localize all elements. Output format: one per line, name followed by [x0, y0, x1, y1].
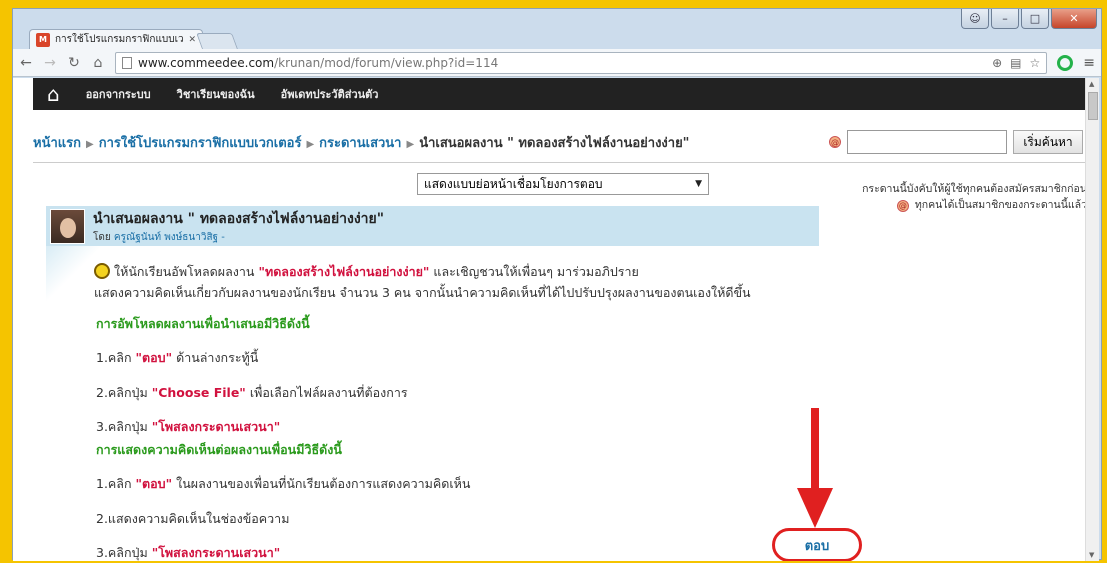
reload-icon[interactable]: ↻: [67, 55, 81, 71]
step-text: 1.คลิก: [96, 476, 132, 491]
breadcrumb-forum[interactable]: กระดานเสวนา: [319, 136, 401, 151]
nav-logout[interactable]: ออกจากระบบ: [86, 85, 151, 103]
subscription-line1: กระดานนี้บังคับให้ผู้ใช้ทุกคนต้องสมัครสม…: [862, 183, 1087, 195]
intro-highlight: "ทดลองสร้างไฟล์งานอย่างง่าย": [258, 264, 430, 279]
reply-link-highlight[interactable]: ตอบ: [772, 528, 862, 561]
breadcrumb-course[interactable]: การใช้โปรแกรมกราฟิกแบบเวกเตอร์: [99, 136, 302, 151]
forum-search: @ เริ่มค้นหา: [829, 130, 1083, 154]
step-text: 3.คลิกปุ่ม: [96, 419, 148, 434]
nav-my-courses[interactable]: วิชาเรียนของฉัน: [177, 85, 255, 103]
close-tab-icon[interactable]: ✕: [188, 35, 196, 45]
subscription-notice: กระดานนี้บังคับให้ผู้ใช้ทุกคนต้องสมัครสม…: [829, 182, 1087, 214]
site-home-icon[interactable]: ⌂: [47, 82, 60, 106]
comment-step-1: 1.คลิก "ตอบ" ในผลงานของเพื่อนที่นักเรียน…: [96, 474, 470, 494]
upload-heading: การอัพโหลดผลงานเพื่อนำเสนอมีวิธีดังนี้: [96, 316, 310, 331]
step-text: 3.คลิกปุ่ม: [96, 545, 148, 560]
search-button[interactable]: เริ่มค้นหา: [1013, 130, 1083, 154]
post-byline: โดย ครูณัฐนันท์ พงษ์ธนาวิสิฐ -: [93, 230, 384, 245]
step-highlight: "ตอบ": [135, 476, 173, 491]
scroll-thumb[interactable]: [1088, 92, 1098, 120]
site-navbar: ⌂ ออกจากระบบ วิชาเรียนของฉัน อัพเดทประวั…: [33, 78, 1088, 110]
browser-window: ☺ – □ ✕ M การใช้โปรแกรมกราฟิกแบบเว ✕ ← →…: [12, 8, 1102, 561]
step-text: 1.คลิก: [96, 350, 132, 365]
browser-tab[interactable]: M การใช้โปรแกรมกราฟิกแบบเว ✕: [29, 29, 203, 49]
step-text: ในผลงานของเพื่อนที่นักเรียนต้องการแสดงคว…: [176, 476, 471, 491]
author-suffix: -: [221, 231, 225, 243]
step-text: 2.คลิกปุ่ม: [96, 385, 148, 400]
comment-step-3: 3.คลิกปุ่ม "โพสลงกระดานเสวนา": [96, 543, 280, 561]
menu-icon[interactable]: ≡: [1083, 55, 1095, 71]
comment-heading: การแสดงความคิดเห็นต่อผลงานเพื่อนมีวิธีดั…: [96, 442, 342, 457]
url-path: /krunan/mod/forum/view.php?id=114: [274, 55, 499, 70]
intro-text-a: ให้นักเรียนอัพโหลดผลงาน: [114, 264, 255, 279]
window-controls: ☺ – □ ✕: [961, 9, 1097, 31]
home-icon[interactable]: ⌂: [91, 55, 105, 71]
url-host: www.commeedee.com: [138, 55, 275, 70]
byline-prefix: โดย: [93, 231, 111, 243]
smiley-icon: [94, 263, 110, 279]
post-subject: นำเสนอผลงาน " ทดลองสร้างไฟล์งานอย่างง่าย…: [93, 210, 385, 227]
comment-step-2: 2.แสดงความคิดเห็นในช่องข้อความ: [96, 511, 290, 526]
vertical-scrollbar[interactable]: ▲ ▼: [1085, 78, 1099, 561]
intro-line-2: แสดงความคิดเห็นเกี่ยวกับผลงานของนักเรียน…: [94, 285, 751, 300]
upload-step-3: 3.คลิกปุ่ม "โพสลงกระดานเสวนา": [96, 417, 280, 437]
maximize-button[interactable]: □: [1021, 9, 1049, 29]
extension-icon[interactable]: [1057, 54, 1074, 71]
intro-text-b: และเชิญชวนให้เพื่อนๆ มาร่วมอภิปราย: [433, 264, 639, 279]
annotation-arrow-icon: [797, 408, 833, 528]
display-mode-select[interactable]: แสดงแบบย่อหน้าเชื่อมโยงการตอบ ▼: [417, 173, 709, 195]
step-highlight: "Choose File": [151, 385, 246, 400]
scroll-down-icon[interactable]: ▼: [1089, 551, 1094, 559]
upload-step-2: 2.คลิกปุ่ม "Choose File" เพื่อเลือกไฟล์ผ…: [96, 383, 408, 403]
nav-edit-profile[interactable]: อัพเดทประวัติส่วนตัว: [281, 85, 379, 103]
translate-icon[interactable]: ▤: [1010, 56, 1021, 70]
address-bar[interactable]: www.commeedee.com/krunan/mod/forum/view.…: [115, 51, 1048, 74]
bookmark-star-icon[interactable]: ☆: [1030, 56, 1041, 70]
dropdown-arrow-icon: ▼: [695, 179, 702, 189]
zoom-icon[interactable]: ⊕: [992, 56, 1002, 70]
post-header: นำเสนอผลงาน " ทดลองสร้างไฟล์งานอย่างง่าย…: [46, 206, 819, 246]
user-icon[interactable]: ☺: [961, 9, 989, 29]
tab-strip: M การใช้โปรแกรมกราฟิกแบบเว ✕: [13, 29, 1101, 49]
page-icon: [122, 56, 132, 69]
breadcrumb-row: หน้าแรก ▶ การใช้โปรแกรมกราฟิกแบบเวกเตอร์ ▶ ก…: [33, 128, 1088, 156]
forward-icon[interactable]: →: [43, 55, 57, 71]
page-viewport: ⌂ ออกจากระบบ วิชาเรียนของฉัน อัพเดทประวั…: [13, 78, 1088, 561]
reply-link[interactable]: ตอบ: [805, 535, 830, 556]
help-icon[interactable]: @: [829, 136, 841, 148]
avatar[interactable]: [50, 208, 85, 244]
step-highlight: "ตอบ": [135, 350, 173, 365]
step-highlight: "โพสลงกระดานเสวนา": [151, 545, 281, 560]
breadcrumb-separator: ▶: [406, 138, 415, 150]
intro-line-1: ให้นักเรียนอัพโหลดผลงาน "ทดลองสร้างไฟล์ง…: [94, 262, 639, 282]
back-icon[interactable]: ←: [19, 55, 33, 71]
breadcrumb-separator: ▶: [86, 138, 94, 150]
post-body: ให้นักเรียนอัพโหลดผลงาน "ทดลองสร้างไฟล์ง…: [46, 246, 819, 561]
step-text: ด้านล่างกระทู้นี้: [176, 350, 259, 365]
minimize-button[interactable]: –: [991, 9, 1019, 29]
breadcrumb-separator: ▶: [306, 138, 315, 150]
author-link[interactable]: ครูณัฐนันท์ พงษ์ธนาวิสิฐ: [114, 232, 218, 243]
breadcrumb-home[interactable]: หน้าแรก: [33, 136, 81, 151]
close-window-button[interactable]: ✕: [1051, 9, 1097, 29]
display-mode-value: แสดงแบบย่อหน้าเชื่อมโยงการตอบ: [424, 176, 603, 191]
browser-toolbar: ← → ↻ ⌂ www.commeedee.com/krunan/mod/for…: [13, 49, 1101, 77]
help-icon[interactable]: @: [896, 199, 909, 212]
new-tab-button[interactable]: [196, 33, 238, 49]
step-text: เพื่อเลือกไฟล์ผลงานที่ต้องการ: [249, 385, 408, 400]
scroll-up-icon[interactable]: ▲: [1089, 80, 1094, 88]
breadcrumb-current: นำเสนอผลงาน " ทดลองสร้างไฟล์งานอย่างง่าย…: [419, 135, 690, 151]
upload-step-1: 1.คลิก "ตอบ" ด้านล่างกระทู้นี้: [96, 348, 258, 368]
tab-title: การใช้โปรแกรมกราฟิกแบบเว: [55, 34, 184, 45]
search-input[interactable]: [847, 130, 1007, 154]
breadcrumb: หน้าแรก ▶ การใช้โปรแกรมกราฟิกแบบเวกเตอร์ ▶ ก…: [33, 132, 689, 153]
step-highlight: "โพสลงกระดานเสวนา": [151, 419, 281, 434]
divider: [33, 162, 1088, 163]
favicon-icon: M: [36, 32, 50, 47]
subscription-line2: ทุกคนได้เป็นสมาชิกของกระดานนี้แล้ว: [914, 198, 1087, 211]
